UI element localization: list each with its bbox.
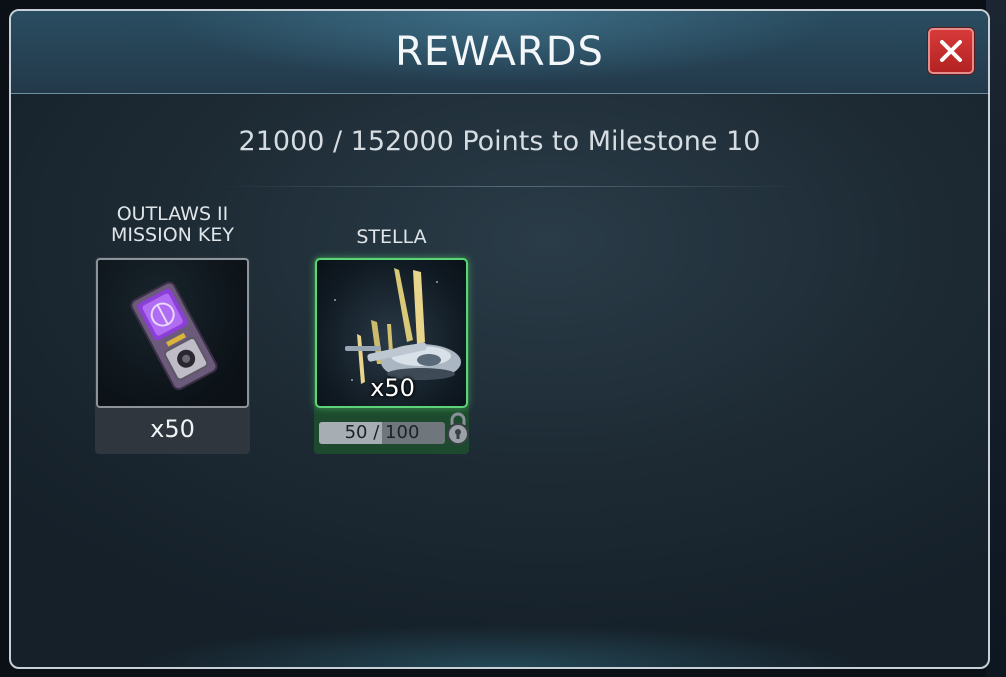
progress-current: 50 <box>344 422 368 443</box>
reward-title-stella: STELLA <box>356 226 427 248</box>
progress-separator: / <box>373 422 380 443</box>
reward-image: x50 <box>315 258 468 408</box>
shard-progress-text: 50 / 100 <box>319 423 445 443</box>
dialog-header: REWARDS <box>11 11 988 94</box>
lock-icon <box>447 412 469 445</box>
reward-title-mission-key: OUTLAWS II MISSION KEY <box>85 204 260 246</box>
reward-quantity: x50 <box>150 415 195 443</box>
progress-total: 100 <box>385 422 420 443</box>
reward-title-line: OUTLAWS II <box>116 203 229 225</box>
dialog-title: REWARDS <box>395 29 604 75</box>
shard-progress-bar: 50 / 100 <box>319 422 445 444</box>
reward-card-mission-key[interactable]: x50 <box>95 257 250 454</box>
close-icon <box>940 40 962 62</box>
reward-image <box>96 258 249 408</box>
mission-key-icon <box>130 281 218 391</box>
rewards-dialog: REWARDS 21000 / 152000 Points to Milesto… <box>9 9 990 669</box>
divider <box>216 186 806 187</box>
milestone-progress-text: 21000 / 152000 Points to Milestone 10 <box>238 126 761 157</box>
close-button[interactable] <box>928 28 974 74</box>
reward-card-stella[interactable]: x50 50 / 100 <box>314 257 469 454</box>
reward-title-line: MISSION KEY <box>111 224 234 246</box>
reward-quantity: x50 <box>370 374 415 402</box>
